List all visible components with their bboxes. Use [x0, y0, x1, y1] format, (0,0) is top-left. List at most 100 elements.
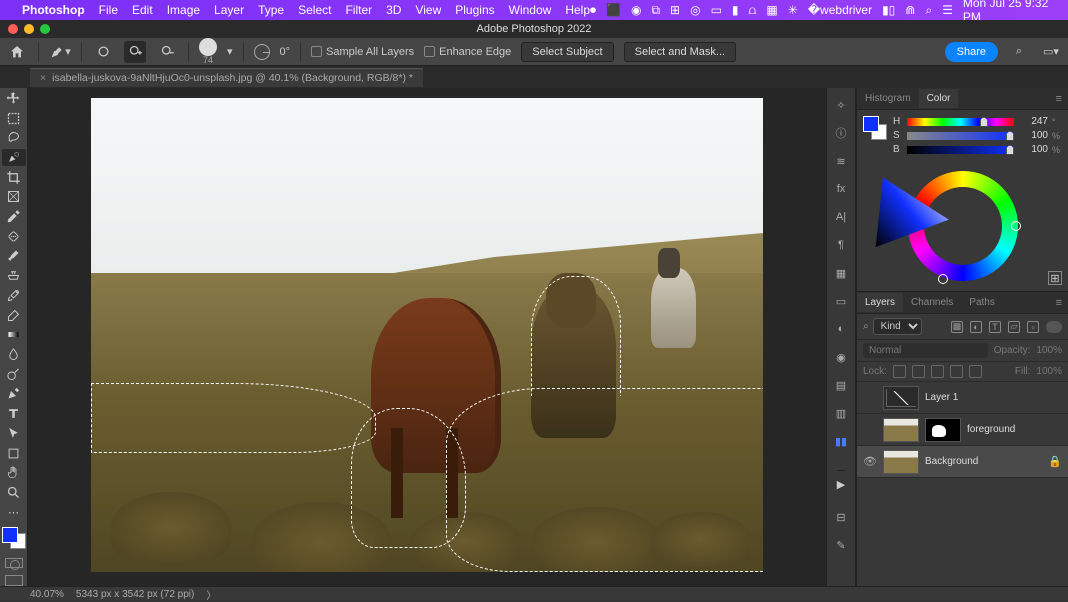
- lock-all-icon[interactable]: [969, 365, 982, 378]
- panel-icon[interactable]: ▭: [832, 292, 850, 310]
- crop-tool[interactable]: [2, 169, 26, 186]
- subtract-from-selection-button[interactable]: [156, 41, 178, 63]
- status-icon[interactable]: ⊞: [670, 3, 680, 17]
- menu-layer[interactable]: Layer: [214, 3, 244, 17]
- sample-all-layers-checkbox[interactable]: Sample All Layers: [311, 46, 414, 58]
- document-canvas[interactable]: [91, 98, 763, 572]
- panel-icon[interactable]: ≋: [832, 152, 850, 170]
- menu-view[interactable]: View: [415, 3, 441, 17]
- panel-icon[interactable]: ⊟: [832, 508, 850, 526]
- panel-icon[interactable]: ✧: [832, 96, 850, 114]
- filter-adjustment-icon[interactable]: ◐: [970, 321, 982, 333]
- angle-dial[interactable]: [254, 44, 270, 60]
- blur-tool[interactable]: [2, 346, 26, 363]
- status-icon[interactable]: ▮: [732, 3, 739, 17]
- filter-type-icon[interactable]: T: [989, 321, 1001, 333]
- eyedropper-tool[interactable]: [2, 208, 26, 225]
- menu-type[interactable]: Type: [258, 3, 284, 17]
- layer-name[interactable]: Layer 1: [925, 392, 958, 403]
- panel-menu-icon[interactable]: ≡: [1056, 93, 1068, 105]
- panel-icon[interactable]: ▮▮: [832, 432, 850, 450]
- brush-picker[interactable]: 74: [199, 38, 217, 65]
- wifi-icon[interactable]: ⋒: [905, 3, 915, 17]
- filter-shape-icon[interactable]: ▱: [1008, 321, 1020, 333]
- bluetooth-icon[interactable]: �webdriver: [808, 3, 872, 17]
- hand-tool[interactable]: [2, 464, 26, 481]
- quick-mask-toggle[interactable]: [5, 558, 23, 569]
- frame-tool[interactable]: [2, 189, 26, 206]
- paths-tab[interactable]: Paths: [961, 293, 1003, 312]
- menu-select[interactable]: Select: [298, 3, 331, 17]
- layer-item[interactable]: foreground: [857, 414, 1068, 446]
- menu-window[interactable]: Window: [509, 3, 552, 17]
- lock-position-icon[interactable]: [931, 365, 944, 378]
- menu-image[interactable]: Image: [167, 3, 200, 17]
- lasso-tool[interactable]: [2, 129, 26, 146]
- search-icon[interactable]: ⌕: [925, 3, 932, 18]
- layer-filter-kind[interactable]: Kind: [873, 318, 922, 335]
- close-window-button[interactable]: [8, 24, 18, 34]
- color-wheel[interactable]: ⊞: [857, 161, 1068, 291]
- lock-transparency-icon[interactable]: [893, 365, 906, 378]
- close-tab-icon[interactable]: ×: [40, 72, 46, 84]
- enhance-edge-checkbox[interactable]: Enhance Edge: [424, 46, 511, 58]
- panel-icon[interactable]: ◉: [832, 348, 850, 366]
- brush-tool[interactable]: [2, 248, 26, 265]
- status-icon[interactable]: ▦: [766, 3, 777, 17]
- canvas-area[interactable]: [28, 88, 826, 586]
- status-icon[interactable]: ⩍: [749, 3, 757, 18]
- hue-slider[interactable]: [907, 118, 1014, 126]
- menu-3d[interactable]: 3D: [386, 3, 401, 17]
- layer-mask-thumbnail[interactable]: [925, 418, 961, 442]
- brightness-value[interactable]: 100: [1018, 144, 1048, 155]
- menu-help[interactable]: Help: [565, 3, 590, 17]
- home-button[interactable]: [6, 41, 28, 63]
- app-menu[interactable]: Photoshop: [22, 3, 85, 17]
- zoom-level[interactable]: 40.07%: [30, 589, 64, 600]
- panel-icon[interactable]: ¶: [832, 236, 850, 254]
- search-icon[interactable]: ⌕: [863, 321, 869, 332]
- select-subject-button[interactable]: Select Subject: [521, 42, 613, 62]
- history-brush-tool[interactable]: [2, 287, 26, 304]
- type-tool[interactable]: [2, 405, 26, 422]
- select-and-mask-button[interactable]: Select and Mask...: [624, 42, 737, 62]
- menu-edit[interactable]: Edit: [132, 3, 153, 17]
- clone-stamp-tool[interactable]: [2, 267, 26, 284]
- add-to-selection-button[interactable]: [124, 41, 146, 63]
- panel-menu-icon[interactable]: ≡: [1056, 297, 1068, 309]
- channels-tab[interactable]: Channels: [903, 293, 961, 312]
- share-button[interactable]: Share: [945, 42, 998, 62]
- panel-icon[interactable]: ✎: [832, 536, 850, 554]
- color-tab[interactable]: Color: [919, 89, 959, 108]
- tool-preset-picker[interactable]: ▾: [49, 41, 71, 63]
- panel-icon[interactable]: ◐: [832, 320, 850, 338]
- shape-tool[interactable]: [2, 445, 26, 462]
- move-tool[interactable]: [2, 90, 26, 107]
- layer-thumbnail[interactable]: [883, 418, 919, 442]
- menu-filter[interactable]: Filter: [345, 3, 372, 17]
- layer-thumbnail[interactable]: [883, 450, 919, 474]
- blend-mode-select[interactable]: Normal: [863, 343, 988, 358]
- timeline-play-button[interactable]: ▶: [837, 470, 845, 498]
- gradient-tool[interactable]: [2, 326, 26, 343]
- pen-tool[interactable]: [2, 386, 26, 403]
- status-icon[interactable]: ▭: [711, 3, 722, 17]
- hue-value[interactable]: 247: [1018, 116, 1048, 127]
- status-icon[interactable]: ◉: [631, 3, 641, 17]
- foreground-color-swatch[interactable]: [2, 527, 18, 543]
- layer-thumbnail[interactable]: [883, 386, 919, 410]
- foreground-background-swatch[interactable]: [2, 527, 26, 548]
- panel-icon[interactable]: A|: [832, 208, 850, 226]
- status-icon[interactable]: ⏺: [590, 3, 596, 18]
- zoom-tool[interactable]: [2, 484, 26, 501]
- screen-mode-toggle[interactable]: [5, 575, 23, 586]
- panel-icon[interactable]: fx: [832, 180, 850, 198]
- filter-pixel-icon[interactable]: ▩: [951, 321, 963, 333]
- color-panel-expand-icon[interactable]: ⊞: [1048, 271, 1062, 285]
- status-flyout-icon[interactable]: 〉: [206, 587, 216, 602]
- panel-icon[interactable]: ▤: [832, 376, 850, 394]
- marquee-tool[interactable]: [2, 110, 26, 127]
- layer-item[interactable]: Layer 1: [857, 382, 1068, 414]
- zoom-window-button[interactable]: [40, 24, 50, 34]
- layer-name[interactable]: foreground: [967, 424, 1015, 435]
